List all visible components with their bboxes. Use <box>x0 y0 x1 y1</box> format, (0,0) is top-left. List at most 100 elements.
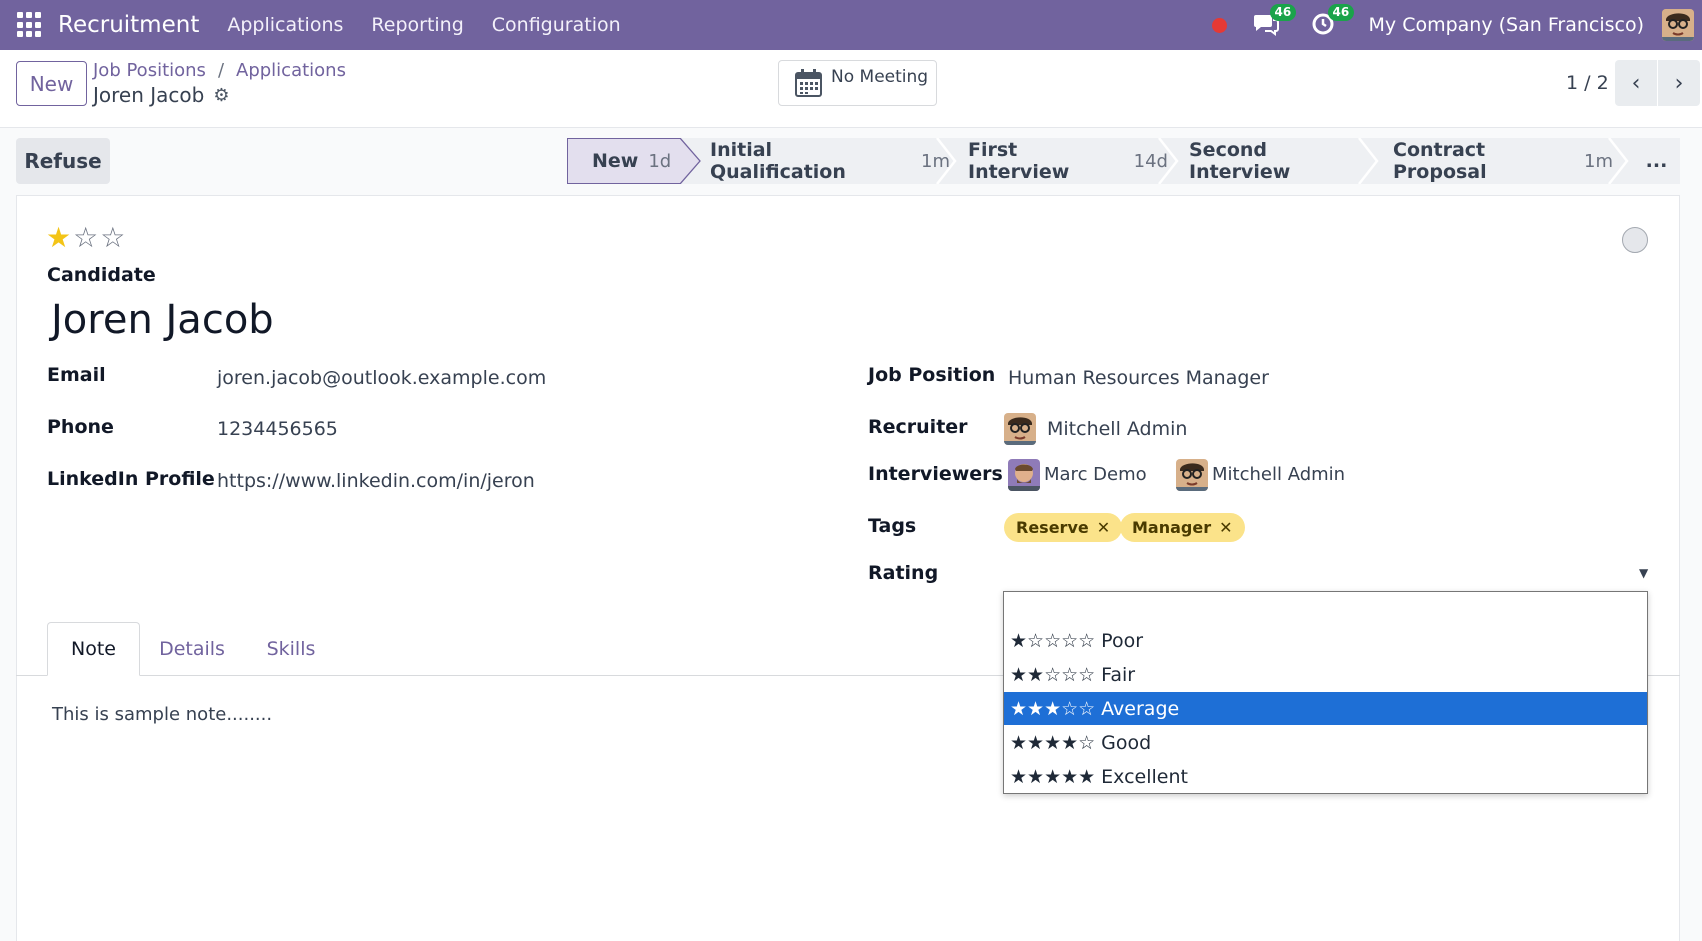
chevron-left-icon: ‹ <box>1631 70 1641 96</box>
app-menu-icon[interactable] <box>17 12 43 38</box>
rating-stars: ★★★★★ <box>1010 765 1096 788</box>
stage-contract-proposal-label: Contract Proposal <box>1393 139 1487 183</box>
phone-label: Phone <box>47 416 114 438</box>
company-switcher[interactable]: My Company (San Francisco) <box>1369 14 1644 36</box>
pager-next-button[interactable]: › <box>1658 60 1700 106</box>
menu-configuration[interactable]: Configuration <box>492 14 621 36</box>
tab-skills[interactable]: Skills <box>248 622 334 676</box>
tag-reserve-label: Reserve <box>1016 518 1089 537</box>
email-label: Email <box>47 364 106 386</box>
recording-indicator-icon[interactable] <box>1211 17 1227 33</box>
note-content[interactable]: This is sample note........ <box>52 704 272 725</box>
messages-icon[interactable]: 46 <box>1253 4 1297 38</box>
breadcrumb-job-positions[interactable]: Job Positions <box>93 60 206 81</box>
rating-label: Rating <box>868 562 939 584</box>
chevron-right-icon: › <box>1674 70 1684 96</box>
star-empty-icon[interactable]: ☆ <box>100 221 127 254</box>
stage-more-label: ... <box>1645 150 1668 172</box>
tag-manager[interactable]: Manager ✕ <box>1120 513 1245 542</box>
kanban-state-circle[interactable] <box>1622 227 1648 253</box>
stage-initial-qualification-label: Initial Qualification <box>710 139 846 183</box>
linkedin-label: LinkedIn Profile <box>47 468 215 490</box>
stage-second-interview-label: Second Interview <box>1189 139 1291 183</box>
avatar <box>1176 459 1208 491</box>
meeting-smart-button[interactable]: No Meeting <box>778 60 937 106</box>
stage-first-interview-label: First Interview <box>968 139 1070 183</box>
rating-option-good[interactable]: ★★★★☆ Good <box>1004 726 1647 759</box>
activities-clock-icon[interactable]: 46 <box>1311 4 1355 38</box>
tags-label: Tags <box>868 515 917 537</box>
stage-statusbar: New 1d Initial Qualification 1m First In… <box>567 138 1680 184</box>
tag-reserve[interactable]: Reserve ✕ <box>1004 513 1123 542</box>
stage-separator <box>936 138 957 184</box>
close-icon[interactable]: ✕ <box>1097 518 1110 537</box>
rating-option-fair[interactable]: ★★☆☆☆ Fair <box>1004 658 1647 691</box>
activities-count-badge: 46 <box>1327 4 1355 21</box>
pager-previous-button[interactable]: ‹ <box>1615 60 1657 106</box>
app-title[interactable]: Recruitment <box>58 12 199 38</box>
control-panel: New Job Positions / Applications Joren Jac… <box>0 50 1702 128</box>
rating-option-label: Excellent <box>1101 765 1188 788</box>
stage-second-interview[interactable]: Second Interview <box>1189 138 1369 184</box>
job-position-field[interactable]: Human Resources Manager <box>1008 367 1269 389</box>
stage-separator <box>1358 138 1379 184</box>
stage-first-interview[interactable]: First Interview 14d <box>968 138 1168 184</box>
menu-reporting[interactable]: Reporting <box>371 14 463 36</box>
interviewer-tag-1[interactable]: Marc Demo <box>1044 464 1147 485</box>
avatar <box>1008 459 1040 491</box>
interviewers-label: Interviewers <box>868 463 1003 485</box>
tab-details[interactable]: Details <box>146 622 238 676</box>
stage-new-label: New <box>592 150 639 172</box>
stage-new[interactable]: New 1d <box>567 138 681 184</box>
linkedin-field[interactable]: https://www.linkedin.com/in/jeron <box>217 470 535 492</box>
chevron-down-icon[interactable]: ▼ <box>1639 566 1648 580</box>
candidate-name-field[interactable]: Joren Jacob <box>51 297 274 343</box>
pager-value[interactable]: 1 / 2 <box>1566 72 1609 94</box>
avatar <box>1004 413 1036 445</box>
user-avatar[interactable] <box>1662 9 1694 41</box>
rating-option-average[interactable]: ★★★☆☆ Average <box>1004 692 1647 725</box>
breadcrumb-applications[interactable]: Applications <box>236 60 346 81</box>
interviewer-tag-2[interactable]: Mitchell Admin <box>1212 464 1345 485</box>
phone-field[interactable]: 1234456565 <box>217 418 338 440</box>
email-field[interactable]: joren.jacob@outlook.example.com <box>217 367 546 389</box>
meeting-label: No Meeting <box>831 67 929 87</box>
messages-count-badge: 46 <box>1269 4 1297 21</box>
rating-option-excellent[interactable]: ★★★★★ Excellent <box>1004 760 1647 793</box>
refuse-button[interactable]: Refuse <box>16 138 110 184</box>
stage-separator <box>1158 138 1179 184</box>
stage-more-button[interactable]: ... <box>1633 138 1680 184</box>
stage-initial-qualification[interactable]: Initial Qualification 1m <box>710 138 950 184</box>
star-filled-icon[interactable]: ★ <box>46 221 73 254</box>
close-icon[interactable]: ✕ <box>1219 518 1232 537</box>
rating-option-label: Fair <box>1101 663 1136 686</box>
priority-widget: ★☆☆ <box>46 221 127 254</box>
top-navbar: Recruitment Applications Reporting Confi… <box>0 0 1702 50</box>
calendar-icon <box>795 69 822 97</box>
rating-option-label: Poor <box>1101 629 1144 652</box>
rating-option-empty[interactable] <box>1004 592 1647 625</box>
job-position-label: Job Position <box>868 364 996 386</box>
recruiter-field[interactable]: Mitchell Admin <box>1047 418 1187 440</box>
star-empty-icon[interactable]: ☆ <box>73 221 100 254</box>
tag-manager-label: Manager <box>1132 518 1212 537</box>
rating-stars: ★☆☆☆☆ <box>1010 629 1096 652</box>
stage-contract-proposal[interactable]: Contract Proposal 1m <box>1393 138 1613 184</box>
record-title: Joren Jacob ⚙ <box>93 83 229 107</box>
stage-separator <box>680 138 701 184</box>
rating-option-poor[interactable]: ★☆☆☆☆ Poor <box>1004 624 1647 657</box>
rating-option-label: Average <box>1101 697 1180 720</box>
candidate-label: Candidate <box>47 264 156 286</box>
recruiter-label: Recruiter <box>868 416 968 438</box>
menu-applications[interactable]: Applications <box>227 14 343 36</box>
rating-stars: ★★★★☆ <box>1010 731 1096 754</box>
breadcrumb-separator: / <box>217 60 225 81</box>
new-button[interactable]: New <box>16 61 87 106</box>
tab-note[interactable]: Note <box>47 622 140 676</box>
breadcrumb: Job Positions / Applications <box>93 60 346 81</box>
rating-option-label: Good <box>1101 731 1152 754</box>
rating-stars: ★★★☆☆ <box>1010 697 1096 720</box>
rating-dropdown-list: ★☆☆☆☆ Poor ★★☆☆☆ Fair ★★★☆☆ Average ★★★★☆ Go… <box>1003 591 1648 794</box>
stage-separator <box>1608 138 1629 184</box>
gear-icon[interactable]: ⚙ <box>213 85 229 106</box>
